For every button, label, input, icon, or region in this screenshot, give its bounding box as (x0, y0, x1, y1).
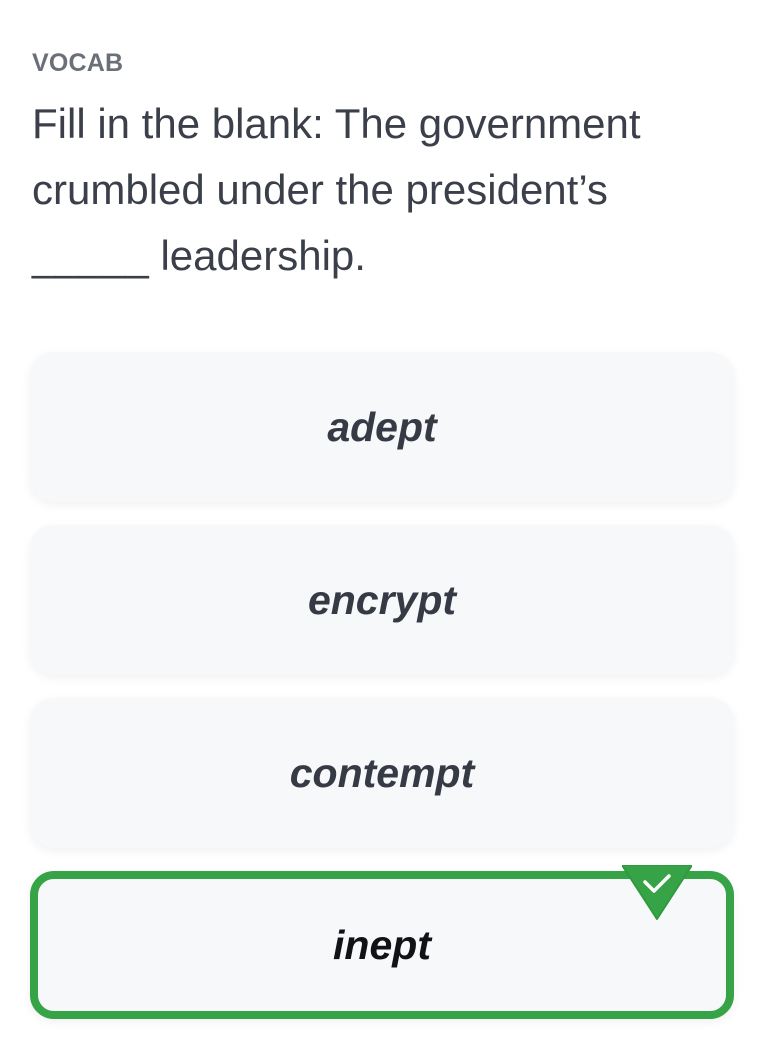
category-label: VOCAB (32, 49, 124, 77)
answer-option-label: inept (333, 921, 431, 968)
answer-option-label: encrypt (307, 576, 457, 623)
answer-option-adept[interactable]: adept (30, 352, 734, 502)
answer-option-inept[interactable]: inept (30, 865, 734, 1019)
answer-option-label: contempt (289, 749, 475, 796)
check-icon (622, 865, 692, 920)
answer-options: adept encrypt contempt inept (30, 352, 734, 1042)
answer-option-encrypt[interactable]: encrypt (30, 525, 734, 675)
question-text: Fill in the blank: The government crumbl… (32, 100, 641, 279)
answer-option-label: adept (327, 403, 437, 450)
answer-option-contempt[interactable]: contempt (30, 698, 734, 848)
